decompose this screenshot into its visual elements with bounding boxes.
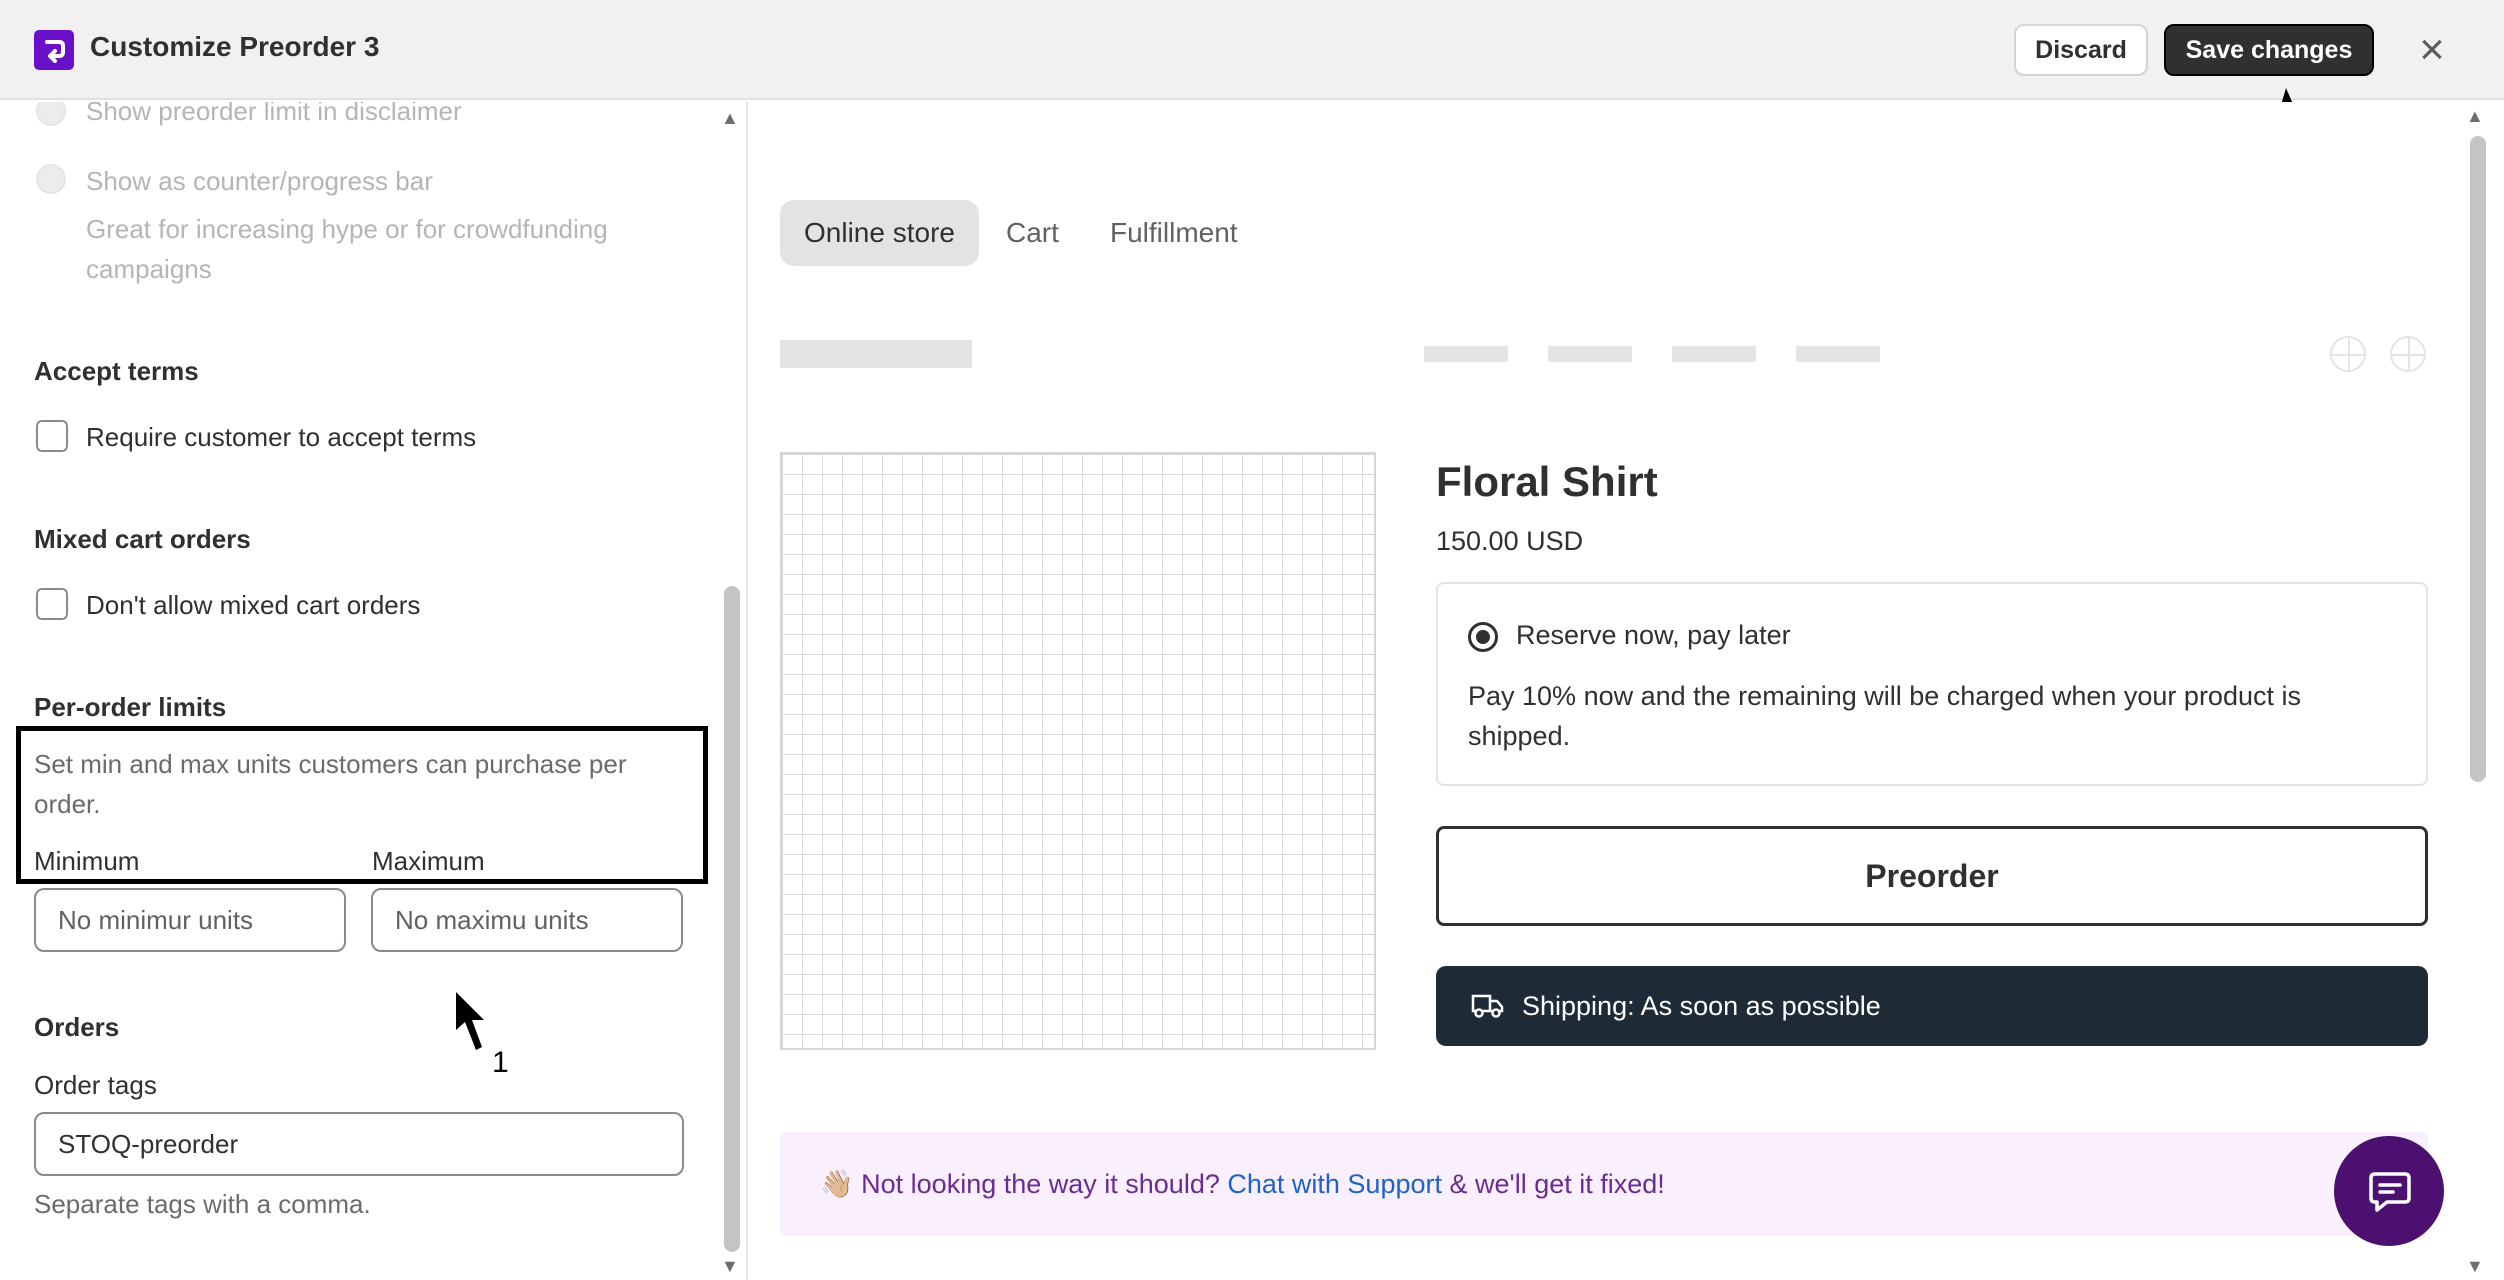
- product-title: Floral Shirt: [1436, 458, 1658, 505]
- show-counter-help: Great for increasing hype or for crowdfu…: [86, 214, 608, 244]
- reserve-option-label: Reserve now, pay later: [1516, 620, 1791, 650]
- left-scrollbar[interactable]: [724, 586, 740, 1252]
- mixed-cart-label[interactable]: Don't allow mixed cart orders: [86, 590, 420, 621]
- support-suffix: & we'll get it fixed!: [1449, 1169, 1665, 1199]
- show-limit-label: Show preorder limit in disclaimer: [86, 102, 462, 126]
- settings-panel[interactable]: Show preorder limit in disclaimer Show a…: [0, 102, 748, 1280]
- discard-button[interactable]: Discard: [2014, 24, 2148, 76]
- save-changes-button[interactable]: Save changes: [2164, 24, 2374, 76]
- per-order-limits-heading: Per-order limits: [34, 692, 227, 722]
- order-tags-input[interactable]: [34, 1112, 684, 1176]
- skeleton-logo: [780, 340, 972, 368]
- product-price: 150.00 USD: [1436, 526, 1584, 556]
- preorder-button[interactable]: Preorder: [1436, 826, 2428, 926]
- scroll-up-icon[interactable]: ▲: [721, 108, 739, 129]
- show-counter-help-2: campaigns: [86, 254, 212, 284]
- reserve-radio[interactable]: [1468, 622, 1498, 652]
- skeleton-nav-1: [1424, 346, 1508, 362]
- skeleton-nav-2: [1548, 346, 1632, 362]
- tab-fulfillment[interactable]: Fulfillment: [1110, 200, 1238, 266]
- preview-panel: Online store Cart Fulfillment Floral Shi…: [750, 102, 2504, 1280]
- mixed-cart-checkbox[interactable]: [36, 588, 68, 620]
- maximum-input[interactable]: [371, 888, 683, 952]
- app-logo-icon: [34, 30, 74, 70]
- support-text: 👋🏼 Not looking the way it should? Chat w…: [820, 1168, 1665, 1200]
- wave-emoji: 👋🏼: [820, 1169, 854, 1199]
- scroll-down-icon[interactable]: ▼: [721, 1256, 739, 1277]
- globe-icon: [2330, 336, 2366, 372]
- preview-scroll-up-icon[interactable]: ▲: [2466, 106, 2484, 127]
- show-counter-radio: [36, 164, 66, 194]
- product-image-placeholder: [780, 452, 1376, 1050]
- shipping-text: Shipping: As soon as possible: [1522, 991, 1881, 1021]
- order-tags-help: Separate tags with a comma.: [34, 1189, 371, 1219]
- annotation-highlight-box: [16, 726, 708, 884]
- preview-scrollbar[interactable]: [2470, 136, 2486, 782]
- globe-icon: [2390, 336, 2426, 372]
- modal-header: Customize Preorder 3 Discard Save change…: [0, 0, 2504, 100]
- show-limit-radio: [36, 102, 66, 126]
- accept-terms-checkbox[interactable]: [36, 420, 68, 452]
- order-tags-label: Order tags: [34, 1070, 157, 1100]
- accept-terms-label[interactable]: Require customer to accept terms: [86, 422, 476, 453]
- minimum-input[interactable]: [34, 888, 346, 952]
- tab-online-store[interactable]: Online store: [780, 200, 979, 266]
- chat-support-button[interactable]: [2334, 1136, 2444, 1246]
- accept-terms-heading: Accept terms: [34, 356, 199, 386]
- skeleton-nav-3: [1672, 346, 1756, 362]
- shipping-bar: Shipping: As soon as possible: [1436, 966, 2428, 1046]
- preview-scroll-down-icon[interactable]: ▼: [2466, 1256, 2484, 1277]
- show-counter-label: Show as counter/progress bar: [86, 166, 433, 196]
- truck-icon: [1471, 994, 1504, 1018]
- chat-bubble-icon: [2369, 1172, 2411, 1212]
- modal-title: Customize Preorder 3: [90, 31, 380, 62]
- skeleton-nav-4: [1796, 346, 1880, 362]
- chat-support-link[interactable]: Chat with Support: [1227, 1169, 1442, 1199]
- support-banner: 👋🏼 Not looking the way it should? Chat w…: [780, 1132, 2428, 1236]
- support-prefix: Not looking the way it should?: [861, 1169, 1220, 1199]
- annotation-arrow-1: [456, 992, 484, 1050]
- payment-option-card[interactable]: Reserve now, pay later Pay 10% now and t…: [1436, 582, 2428, 786]
- mixed-cart-heading: Mixed cart orders: [34, 524, 251, 554]
- tab-cart[interactable]: Cart: [1006, 200, 1059, 266]
- annotation-label-1: 1: [492, 1046, 509, 1079]
- close-icon[interactable]: ×: [2412, 26, 2452, 74]
- reserve-option-desc: Pay 10% now and the remaining will be ch…: [1468, 681, 2301, 751]
- orders-heading: Orders: [34, 1012, 120, 1042]
